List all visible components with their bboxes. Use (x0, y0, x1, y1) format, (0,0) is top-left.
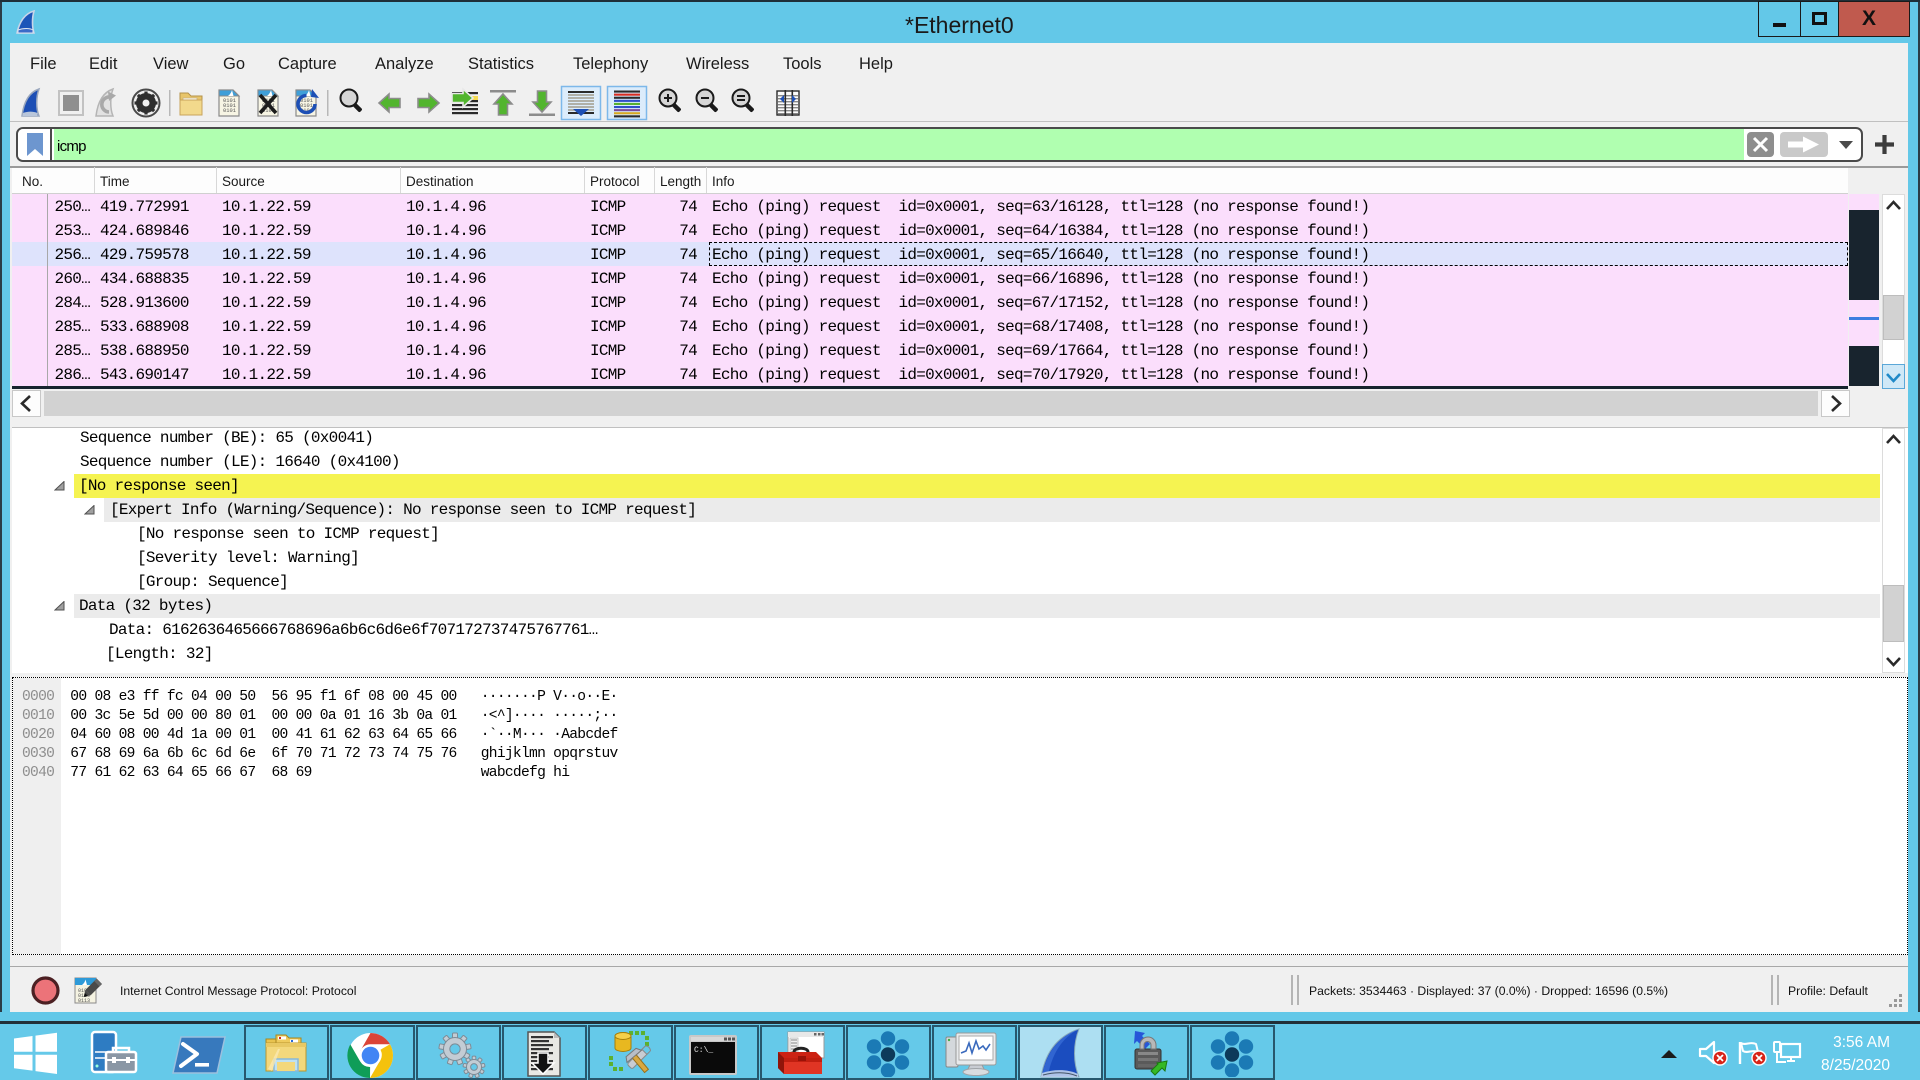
svg-text:C:\_: C:\_ (694, 1046, 713, 1055)
svg-text:0113: 0113 (78, 998, 90, 1004)
svg-text:0101: 0101 (223, 108, 236, 114)
